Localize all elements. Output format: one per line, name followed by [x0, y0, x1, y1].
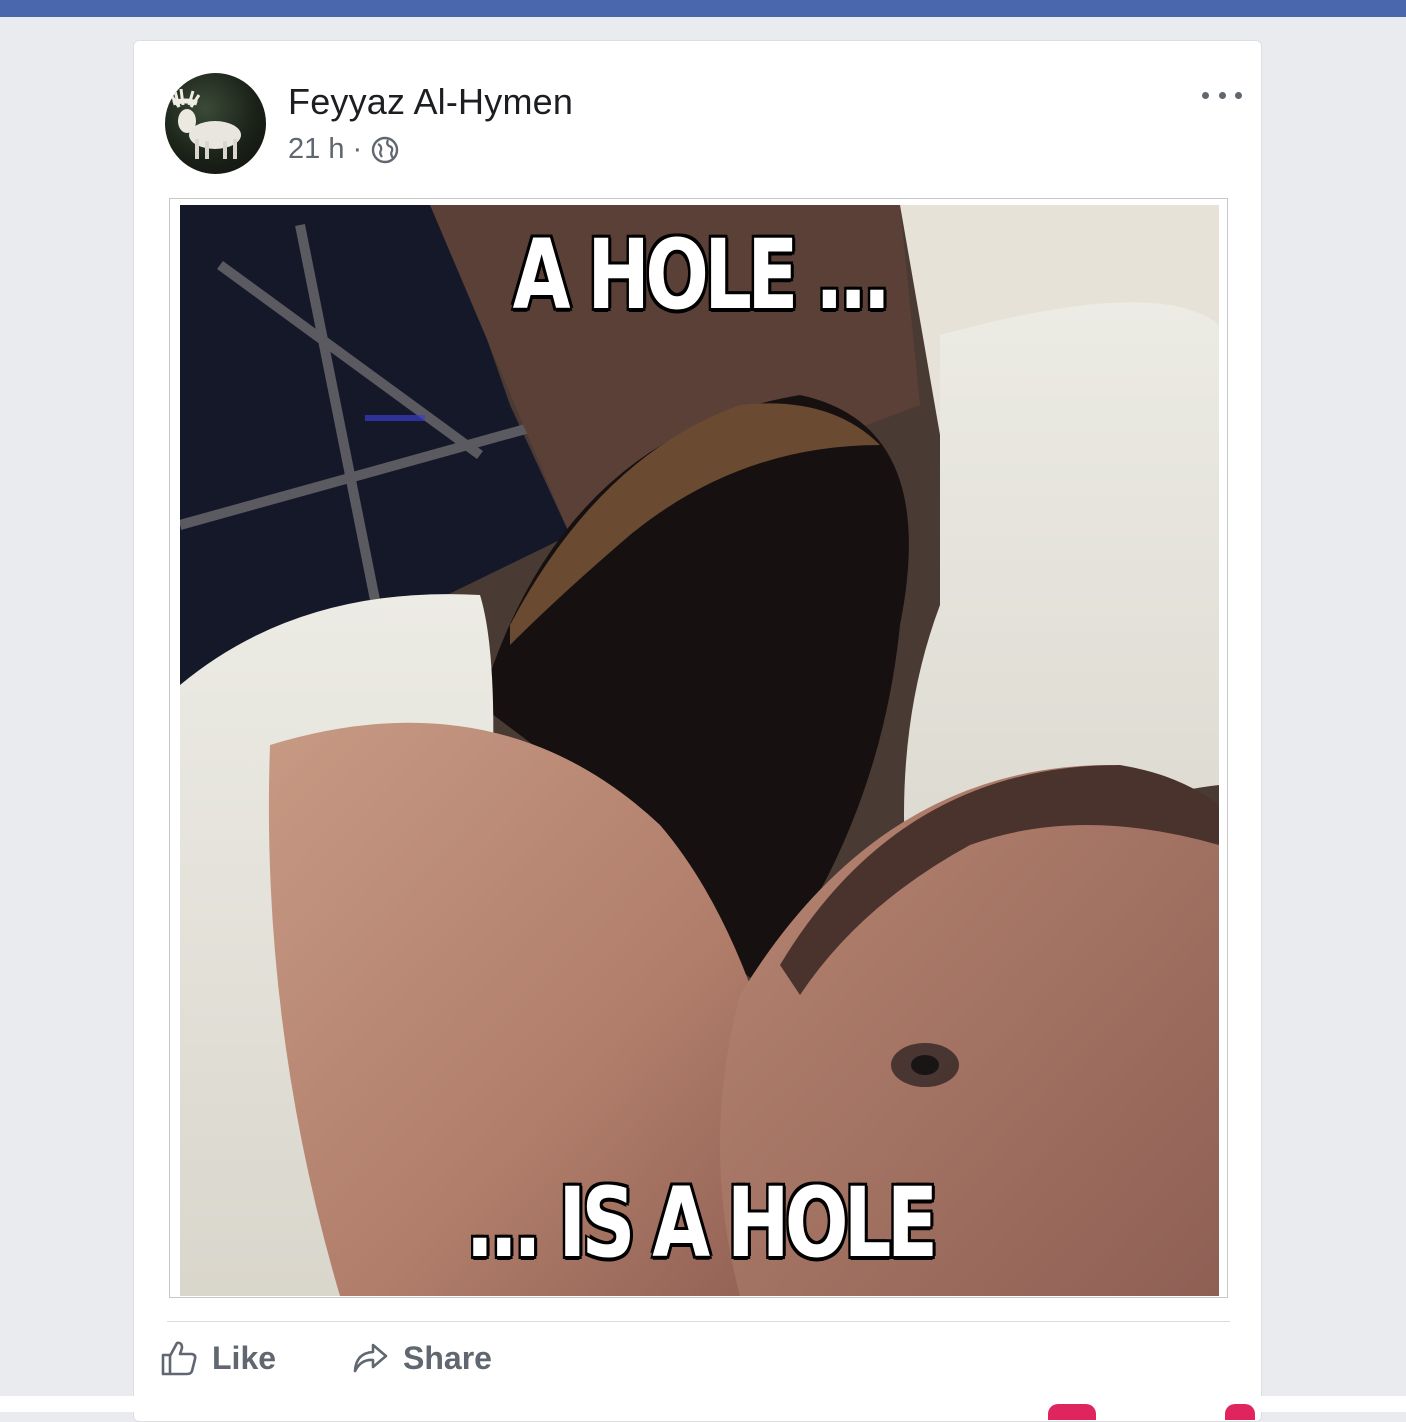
- post-timestamp[interactable]: 21 h: [288, 133, 344, 166]
- more-dot: [1235, 91, 1242, 99]
- top-navigation-bar: [0, 0, 1406, 17]
- post-card: Feyyaz Al-Hymen 21 h · A HOLE ... ... IS…: [133, 40, 1262, 1422]
- author-name[interactable]: Feyyaz Al-Hymen: [288, 81, 573, 123]
- moose-avatar-image: [169, 88, 241, 159]
- meme-top-caption: A HOLE ...: [512, 219, 891, 331]
- notification-badge[interactable]: [1225, 1404, 1255, 1420]
- more-dot: [1218, 91, 1226, 99]
- post-meta: 21 h ·: [288, 133, 400, 166]
- share-button[interactable]: Share: [351, 1339, 492, 1377]
- thumbs-up-icon: [161, 1341, 197, 1376]
- share-arrow-icon: [353, 1343, 388, 1373]
- like-button[interactable]: Like: [160, 1339, 276, 1377]
- globe-icon[interactable]: [370, 135, 400, 165]
- author-avatar[interactable]: [165, 73, 266, 174]
- bottom-bar: [0, 1396, 1406, 1412]
- share-label: Share: [403, 1339, 492, 1376]
- meme-bottom-caption: ... IS A HOLE: [465, 1167, 938, 1279]
- post-photo-frame[interactable]: A HOLE ... ... IS A HOLE: [169, 198, 1228, 1298]
- like-label: Like: [212, 1339, 277, 1376]
- meme-photo[interactable]: A HOLE ... ... IS A HOLE: [180, 205, 1219, 1296]
- more-dot: [1202, 91, 1209, 99]
- meta-separator: ·: [352, 133, 363, 165]
- notification-badge[interactable]: [1048, 1404, 1096, 1420]
- actions-divider: [167, 1321, 1230, 1322]
- more-options-button[interactable]: [1202, 83, 1242, 107]
- meme-photo-scene: [180, 205, 1219, 1296]
